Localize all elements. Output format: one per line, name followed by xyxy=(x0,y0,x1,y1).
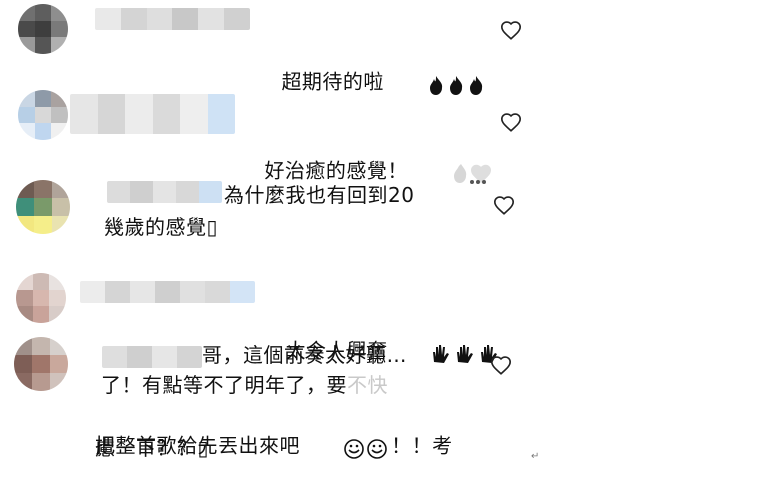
comment-text-line-2: 幾歲的感覺▯ xyxy=(104,215,219,239)
comment-text-line-4: 慮一下？？▯ xyxy=(95,436,210,460)
avatar[interactable] xyxy=(16,273,66,323)
like-heart-icon[interactable] xyxy=(500,20,522,42)
avatar[interactable] xyxy=(18,4,68,54)
comment-1: 超期待的啦 xyxy=(0,0,779,95)
comment-text-line-2: 了！有點等不了明年了，要不快 xyxy=(101,373,388,397)
like-heart-icon[interactable] xyxy=(493,195,515,217)
comment-4: 太令人興奮 xyxy=(0,265,779,363)
avatar[interactable] xyxy=(14,337,68,391)
like-heart-icon[interactable] xyxy=(490,355,512,377)
comment-text-line-1: 為什麼我也有回到20 xyxy=(224,183,415,207)
username-blurred[interactable] xyxy=(107,181,222,203)
username-blurred[interactable] xyxy=(102,346,202,368)
username-blurred[interactable] xyxy=(95,8,250,30)
like-heart-icon[interactable] xyxy=(500,112,522,134)
avatar[interactable] xyxy=(18,90,68,140)
username-blurred[interactable] xyxy=(70,94,235,134)
comment-3: 為什麼我也有回到20 幾歲的感覺▯ xyxy=(0,175,779,245)
comment-2: 好治癒的感覺！ xyxy=(0,85,779,184)
username-blurred[interactable] xyxy=(80,281,255,303)
comment-5: 哥，這個前奏太好聽… 了！有點等不了明年了，要不快 把整首歌給先丟出來吧 ！！考… xyxy=(0,330,779,463)
comment-text-line-1: 哥，這個前奏太好聽… xyxy=(202,343,407,367)
return-mark: ↵ xyxy=(531,451,540,462)
smiley-icon xyxy=(302,402,391,492)
avatar[interactable] xyxy=(16,180,70,234)
